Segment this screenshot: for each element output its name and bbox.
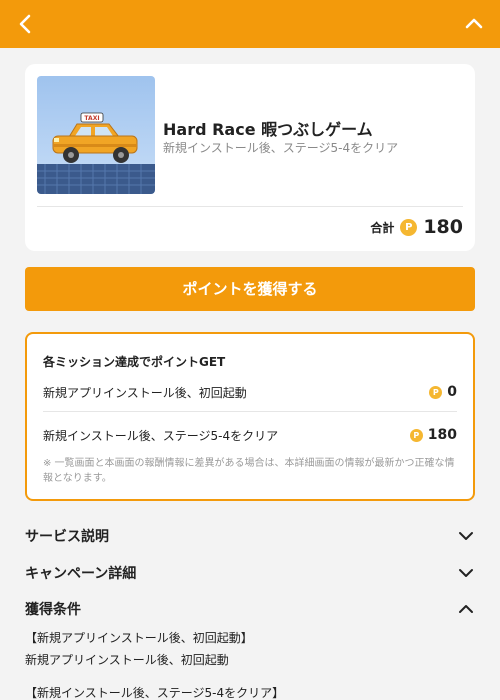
app-card: TAXI Hard Race 暇つぶしゲーム 新規インストール後、ステージ5‐4…: [25, 64, 475, 251]
mission-row: 新規アプリインストール後、初回起動 0: [43, 381, 457, 403]
chevron-down-icon: [459, 532, 473, 540]
app-title: Hard Race 暇つぶしゲーム: [163, 120, 373, 139]
section-label: サービス説明: [25, 529, 109, 545]
mission-points: 0: [429, 384, 457, 400]
mission-title: 各ミッション達成でポイントGET: [43, 355, 226, 369]
section-campaign[interactable]: キャンペーン詳細: [25, 561, 475, 585]
chevron-up-icon: [459, 605, 473, 613]
total-label: 合計: [370, 220, 395, 235]
divider: [43, 411, 457, 412]
taxi-icon: TAXI: [37, 76, 155, 194]
app-subtitle: 新規インストール後、ステージ5‐4をクリア: [163, 141, 399, 155]
section-service[interactable]: サービス説明: [25, 524, 475, 548]
divider: [37, 206, 463, 207]
chevron-up-icon[interactable]: [458, 8, 490, 40]
mission-row: 新規インストール後、ステージ5‐4をクリア 180: [43, 424, 457, 446]
mission-points: 180: [409, 427, 457, 443]
get-points-button[interactable]: ポイントを獲得する: [25, 267, 475, 311]
chevron-left-icon[interactable]: [10, 8, 42, 40]
condition-text: 新規アプリインストール後、初回起動: [25, 653, 229, 667]
point-coin-icon: [409, 428, 423, 442]
mission-box: 各ミッション達成でポイントGET 新規アプリインストール後、初回起動 0 新規イ…: [25, 332, 475, 501]
point-coin-icon: [429, 385, 443, 399]
total-value: 180: [423, 216, 463, 238]
section-conditions[interactable]: 獲得条件: [25, 597, 475, 621]
top-bar: [0, 0, 500, 48]
mission-points-value: 180: [427, 427, 457, 443]
chevron-down-icon: [459, 569, 473, 577]
mission-label: 新規インストール後、ステージ5‐4をクリア: [43, 428, 279, 443]
total-points: 合計 180: [370, 216, 463, 238]
taxi-sign: TAXI: [84, 115, 99, 122]
mission-note: ※ 一覧画面と本画面の報酬情報に差異がある場合は、本詳細画面の情報が最新かつ正確…: [43, 458, 455, 484]
condition-heading: 【新規アプリインストール後、初回起動】: [25, 631, 253, 645]
condition-heading: 【新規インストール後、ステージ5‐4をクリア】: [25, 686, 285, 700]
section-label: キャンペーン詳細: [25, 566, 137, 582]
section-label: 獲得条件: [25, 602, 81, 618]
mission-points-value: 0: [447, 384, 457, 400]
app-thumbnail: TAXI: [37, 76, 155, 194]
point-coin-icon: [400, 218, 418, 236]
mission-label: 新規アプリインストール後、初回起動: [43, 385, 247, 400]
